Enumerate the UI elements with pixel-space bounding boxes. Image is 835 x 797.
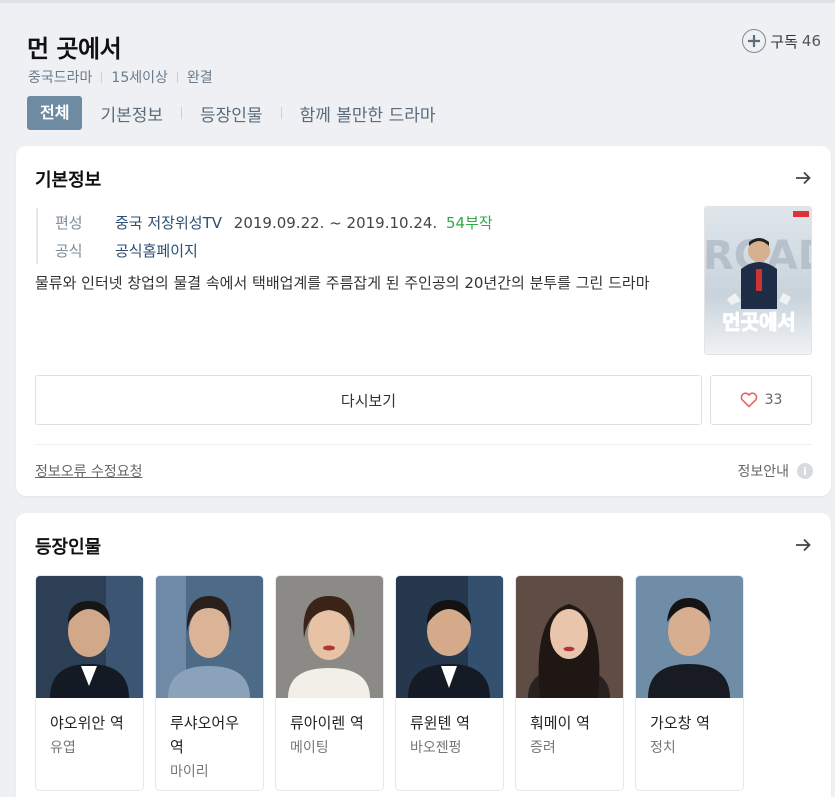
section-title: 등장인물 — [35, 537, 102, 558]
character-name: 류아이렌 역 — [290, 714, 364, 732]
info-key: 편성 — [55, 213, 83, 232]
cast-item[interactable]: 야오위안 역 유엽 — [35, 575, 144, 791]
subscribe-count: 46 — [801, 32, 821, 50]
actor-name: 마이리 — [170, 764, 209, 780]
actor-name: 유엽 — [50, 740, 76, 756]
basic-info-card: 기본정보 편성 중국 저장위성TV 2019.09.22. ~ 2019.10.… — [16, 146, 831, 496]
character-name: 훠메이 역 — [530, 714, 590, 732]
broadcast-period: 2019.09.22. ~ 2019.10.24. — [233, 213, 438, 232]
page-title: 먼 곳에서 — [27, 35, 122, 63]
character-name: 류윈톈 역 — [410, 714, 470, 732]
report-error-link[interactable]: 정보오류 수정요청 — [35, 461, 143, 481]
rewatch-button[interactable]: 다시보기 — [35, 375, 702, 425]
meta-divider — [101, 71, 103, 83]
subscribe-label: 구독 — [770, 32, 798, 51]
info-row-official: 공식 공식홈페이지 — [55, 236, 493, 264]
official-homepage-link[interactable]: 공식홈페이지 — [115, 240, 198, 261]
meta-status: 완결 — [186, 70, 213, 86]
meta-rating: 15세이상 — [111, 70, 168, 86]
synopsis: 물류와 인터넷 창업의 물결 속에서 택배업계를 주름잡게 된 주인공의 20년… — [35, 274, 650, 292]
plus-icon — [742, 29, 767, 53]
tab-divider — [280, 107, 282, 119]
divider — [35, 444, 812, 445]
channel-link[interactable]: 중국 저장위성TV — [115, 214, 222, 232]
actor-photo — [516, 576, 623, 698]
cast-card: 등장인물 야오위안 역 유엽 루샤오어우 역 마이리 류아이렌 역 메이팅 류윈… — [16, 513, 831, 797]
tab-all[interactable]: 전체 — [27, 96, 83, 130]
tab-recommended[interactable]: 함께 볼만한 드라마 — [300, 101, 436, 126]
poster-title: 먼곳에서 — [722, 310, 796, 334]
character-name: 야오위안 역 — [50, 714, 124, 732]
actor-photo — [396, 576, 503, 698]
tab-divider — [181, 107, 183, 119]
drama-header: 먼 곳에서 구독 46 중국드라마 15세이상 완결 전체 기본정보 등장인물 … — [0, 3, 835, 143]
arrow-right-icon[interactable] — [793, 168, 813, 188]
meta-genre: 중국드라마 — [28, 70, 93, 86]
like-count: 33 — [764, 392, 783, 408]
actor-name: 정치 — [650, 740, 676, 756]
subscribe-button[interactable]: 구독 46 — [742, 29, 821, 53]
drama-meta: 중국드라마 15세이상 완결 — [28, 67, 213, 87]
info-row-broadcast: 편성 중국 저장위성TV 2019.09.22. ~ 2019.10.24. 5… — [55, 208, 493, 236]
actor-name: 메이팅 — [290, 740, 329, 756]
info-value: 중국 저장위성TV 2019.09.22. ~ 2019.10.24. 54부작 — [115, 212, 493, 233]
arrow-right-icon[interactable] — [793, 535, 813, 555]
cast-item[interactable]: 루샤오어우 역 마이리 — [155, 575, 264, 791]
actor-photo — [36, 576, 143, 698]
like-button[interactable]: 33 — [710, 375, 812, 425]
cast-item[interactable]: 가오창 역 정치 — [635, 575, 744, 791]
drama-poster[interactable]: ROAD 먼곳에서 — [704, 206, 812, 355]
episode-count: 54부작 — [445, 213, 493, 232]
actor-photo — [156, 576, 263, 698]
heart-icon — [740, 392, 757, 408]
tab-basic-info[interactable]: 기본정보 — [100, 101, 163, 126]
info-icon: i — [797, 463, 813, 479]
cast-item[interactable]: 류윈톈 역 바오젠펑 — [395, 575, 504, 791]
info-guide-button[interactable]: 정보안내 i — [737, 461, 813, 481]
cast-item[interactable]: 훠메이 역 증려 — [515, 575, 624, 791]
character-name: 가오창 역 — [650, 714, 710, 732]
tab-bar: 전체 기본정보 등장인물 함께 볼만한 드라마 — [27, 96, 436, 130]
cast-list: 야오위안 역 유엽 루샤오어우 역 마이리 류아이렌 역 메이팅 류윈톈 역 바… — [35, 575, 744, 791]
actor-name: 증려 — [530, 740, 556, 756]
character-name: 루샤오어우 역 — [170, 714, 240, 756]
info-guide-label: 정보안내 — [737, 464, 789, 480]
info-table: 편성 중국 저장위성TV 2019.09.22. ~ 2019.10.24. 5… — [36, 208, 493, 264]
tab-cast[interactable]: 등장인물 — [200, 101, 263, 126]
actor-photo — [636, 576, 743, 698]
actor-name: 바오젠펑 — [410, 740, 462, 756]
cast-item[interactable]: 류아이렌 역 메이팅 — [275, 575, 384, 791]
section-title: 기본정보 — [35, 170, 102, 191]
actor-photo — [276, 576, 383, 698]
info-key: 공식 — [55, 241, 83, 260]
meta-divider — [176, 71, 178, 83]
